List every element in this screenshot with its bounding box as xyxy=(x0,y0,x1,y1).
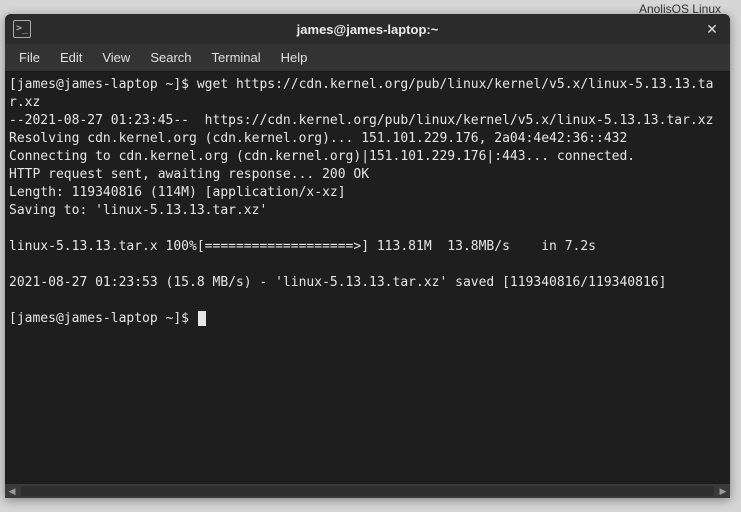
wget-output: --2021-08-27 01:23:45-- https://cdn.kern… xyxy=(9,113,713,290)
horizontal-scrollbar[interactable]: ◀ ▶ xyxy=(5,484,730,498)
prompt-1: [james@james-laptop ~]$ xyxy=(9,77,197,92)
menu-help[interactable]: Help xyxy=(271,46,318,69)
titlebar[interactable]: >_ james@james-laptop:~ ✕ xyxy=(5,14,730,44)
menubar: File Edit View Search Terminal Help xyxy=(5,44,730,72)
close-button[interactable]: ✕ xyxy=(700,17,724,41)
terminal-icon-glyph: >_ xyxy=(16,24,28,34)
scroll-track[interactable] xyxy=(21,486,714,496)
prompt-2: [james@james-laptop ~]$ xyxy=(9,311,197,326)
menu-search[interactable]: Search xyxy=(140,46,201,69)
menu-edit[interactable]: Edit xyxy=(50,46,92,69)
cursor xyxy=(198,311,206,326)
close-icon: ✕ xyxy=(706,21,718,38)
menu-view[interactable]: View xyxy=(92,46,140,69)
terminal-body[interactable]: [james@james-laptop ~]$ wget https://cdn… xyxy=(5,72,730,498)
terminal-icon: >_ xyxy=(13,20,31,38)
scroll-right-icon[interactable]: ▶ xyxy=(716,484,730,498)
menu-file[interactable]: File xyxy=(9,46,50,69)
terminal-window: >_ james@james-laptop:~ ✕ File Edit View… xyxy=(5,14,730,498)
menu-terminal[interactable]: Terminal xyxy=(202,46,271,69)
window-title: james@james-laptop:~ xyxy=(5,22,730,37)
scroll-left-icon[interactable]: ◀ xyxy=(5,484,19,498)
